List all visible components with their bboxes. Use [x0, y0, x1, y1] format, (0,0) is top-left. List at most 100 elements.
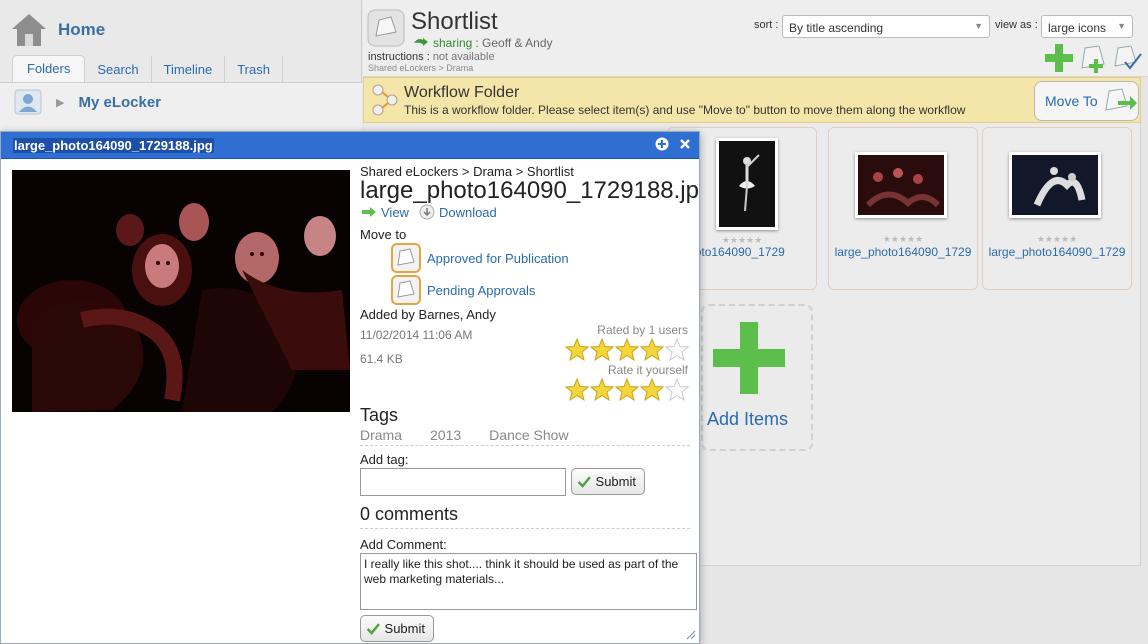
tree-item-my-elocker[interactable]: ▶ My eLocker — [14, 89, 161, 115]
submit-tag-button[interactable]: Submit — [571, 468, 645, 495]
view-link[interactable]: View — [381, 205, 409, 220]
add-items-label: Add Items — [707, 409, 789, 429]
move-to-heading: Move to — [360, 227, 407, 242]
item-detail-dialog: large_photo164090_1729188.jpg Shared eLo… — [0, 131, 700, 644]
sharing-icon — [414, 38, 428, 46]
move-to-icon — [1105, 88, 1137, 111]
move-to-button[interactable]: Move To — [1034, 81, 1139, 121]
star-icon — [565, 338, 589, 361]
workflow-step-icon — [391, 243, 421, 273]
instructions: instructions : not available — [368, 51, 495, 63]
folder-title: Shortlist — [411, 8, 498, 35]
tag[interactable]: Drama — [360, 427, 402, 443]
tab-search[interactable]: Search — [85, 56, 152, 82]
item-name[interactable]: large_photo164090_1729 — [983, 245, 1131, 259]
move-target-label: Pending Approvals — [427, 282, 536, 298]
average-rating — [565, 338, 689, 361]
dancer-image — [739, 154, 760, 212]
checkmark-icon — [366, 622, 380, 635]
rate-it-label: Rate it yourself — [607, 363, 688, 377]
view-icon — [362, 207, 376, 217]
sort-select[interactable]: By title ascending ▼ — [782, 15, 990, 38]
rating-stars: ★★★★★ — [882, 234, 924, 244]
dialog-title-bar[interactable]: large_photo164090_1729188.jpg — [1, 132, 699, 159]
add-icon — [713, 322, 785, 394]
comments-heading: 0 comments — [360, 504, 690, 529]
folder-header: Shortlist sharing : Geoff & Andy instruc… — [363, 0, 1148, 77]
add-folder-icon[interactable] — [1077, 42, 1109, 74]
sharing-with: : Geoff & Andy — [475, 36, 553, 50]
file-name: large_photo164090_1729188.jpg — [360, 177, 700, 204]
submit-comment-button[interactable]: Submit — [360, 615, 434, 642]
submit-label: Submit — [384, 621, 425, 636]
tree-item-label: My eLocker — [78, 93, 162, 111]
star-icon[interactable] — [565, 378, 589, 401]
sidebar-tabs: Folders Search Timeline Trash — [12, 55, 283, 82]
sharing-info: sharing : Geoff & Andy — [413, 36, 553, 50]
view-as-select[interactable]: large icons ▼ — [1041, 15, 1133, 38]
move-to-label: Move To — [1045, 93, 1098, 109]
tab-trash[interactable]: Trash — [225, 56, 283, 82]
add-icon[interactable] — [1043, 42, 1075, 74]
instructions-value: not available — [432, 51, 495, 63]
tab-timeline[interactable]: Timeline — [152, 56, 226, 82]
photo-thumbnail — [855, 152, 947, 218]
dancers-image — [865, 168, 941, 208]
workflow-title: Workflow Folder — [404, 84, 520, 101]
folder-icon — [367, 9, 405, 47]
tag[interactable]: Dance Show — [489, 427, 568, 443]
download-icon — [419, 204, 435, 220]
expand-arrow-icon[interactable]: ▶ — [56, 96, 64, 109]
tags-heading: Tags — [360, 405, 399, 425]
star-icon[interactable] — [665, 378, 689, 401]
manage-icon[interactable] — [1111, 42, 1143, 74]
grid-item[interactable]: ★★★★★ large_photo164090_1729 — [982, 127, 1132, 290]
move-target-pending[interactable]: Pending Approvals — [391, 275, 535, 305]
file-size: 61.4 KB — [360, 352, 403, 366]
tab-folders[interactable]: Folders — [12, 55, 86, 82]
workflow-description: This is a workflow folder. Please select… — [404, 103, 966, 117]
download-link[interactable]: Download — [439, 205, 497, 220]
star-icon[interactable] — [615, 378, 639, 401]
my-rating[interactable] — [565, 378, 689, 401]
breadcrumb: Shared eLockers > Drama — [368, 63, 474, 73]
add-tag-label: Add tag: — [360, 452, 409, 467]
rated-by: Rated by 1 users — [597, 323, 688, 337]
tags-list: Drama 2013 Dance Show — [360, 427, 690, 446]
header-actions — [1043, 42, 1143, 74]
tag[interactable]: 2013 — [430, 427, 461, 443]
viewas-value: large icons — [1048, 21, 1107, 35]
sharing-label: sharing — [433, 36, 473, 50]
workflow-icon — [372, 84, 398, 116]
workflow-step-icon — [391, 275, 421, 305]
close-icon[interactable] — [679, 138, 691, 150]
expand-icon[interactable] — [655, 137, 669, 151]
chevron-down-icon: ▼ — [974, 21, 983, 31]
workflow-bar: Workflow Folder This is a workflow folde… — [363, 77, 1141, 123]
add-items-button[interactable]: Add Items — [701, 304, 813, 451]
photo-thumbnail — [716, 138, 778, 230]
comment-textarea[interactable]: I really like this shot.... think it sho… — [360, 553, 697, 610]
resize-handle-icon[interactable] — [686, 630, 696, 640]
move-target-approved[interactable]: Approved for Publication — [391, 243, 569, 273]
move-target-label: Approved for Publication — [427, 250, 569, 266]
photo-thumbnail — [1009, 152, 1101, 218]
dialog-title: large_photo164090_1729188.jpg — [13, 138, 214, 153]
dancers-image — [1033, 167, 1086, 207]
tag-input[interactable] — [360, 468, 566, 496]
star-icon[interactable] — [590, 378, 614, 401]
star-icon — [615, 338, 639, 361]
viewas-label: view as : — [995, 19, 1038, 31]
grid-item[interactable]: ★★★★★ large_photo164090_1729 — [828, 127, 978, 290]
add-comment-label: Add Comment: — [360, 537, 447, 552]
home-label: Home — [58, 20, 106, 39]
star-icon — [665, 338, 689, 361]
rating-stars: ★★★★★ — [1036, 234, 1078, 244]
sort-value: By title ascending — [789, 21, 884, 35]
item-name[interactable]: large_photo164090_1729 — [829, 245, 977, 259]
star-icon[interactable] — [640, 378, 664, 401]
submit-label: Submit — [595, 474, 636, 489]
added-date: 11/02/2014 11:06 AM — [360, 328, 473, 342]
home-link[interactable]: Home — [10, 10, 105, 50]
dancers-photo — [12, 170, 350, 412]
